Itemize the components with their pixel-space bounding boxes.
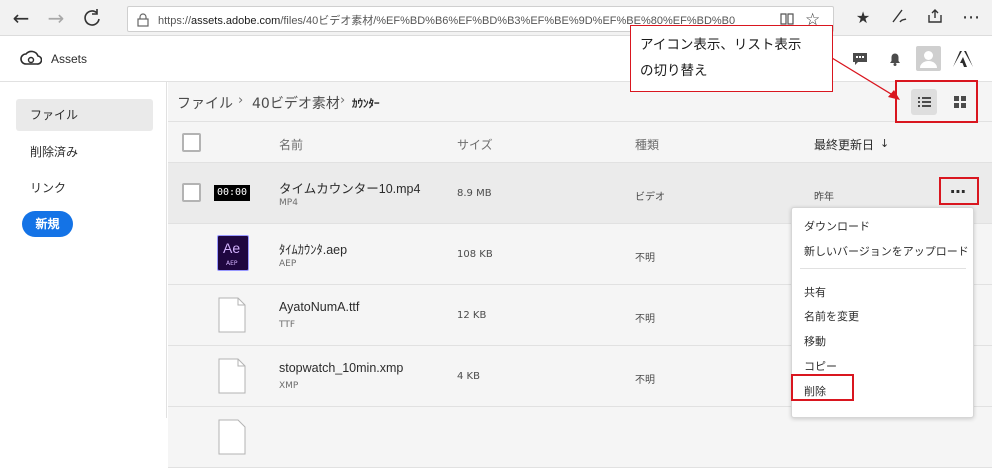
file-type: XMP xyxy=(279,381,299,391)
menu-item-move[interactable]: 移動 xyxy=(804,333,826,349)
row-checkbox[interactable] xyxy=(182,183,201,202)
file-size: 12 KB xyxy=(457,310,487,321)
annotation-arrow-icon xyxy=(831,57,900,100)
lock-icon xyxy=(137,12,149,31)
browser-toolbar: ← → https://assets.adobe.com/files/40ビデオ… xyxy=(0,0,992,36)
annotation-callout: アイコン表示、リスト表示 の切り替え xyxy=(630,25,833,92)
menu-item-download[interactable]: ダウンロード xyxy=(804,218,870,234)
file-name[interactable]: stopwatch_10min.xmp xyxy=(279,361,403,375)
menu-divider xyxy=(800,268,966,269)
file-type: AEP xyxy=(279,259,297,269)
file-size: 4 KB xyxy=(457,371,480,382)
forward-icon[interactable]: → xyxy=(44,6,68,30)
document-icon xyxy=(218,419,246,455)
table-header: 名前 サイズ 種類 最終更新日 ↓ xyxy=(168,123,992,163)
annotation-highlight-delete xyxy=(791,374,854,401)
file-size: 108 KB xyxy=(457,249,493,260)
more-icon[interactable]: ⋯ xyxy=(960,7,982,29)
breadcrumb-separator-icon: › xyxy=(238,93,244,108)
document-icon xyxy=(218,358,246,394)
pen-icon[interactable] xyxy=(888,7,910,29)
menu-item-copy[interactable]: コピー xyxy=(804,358,837,374)
favorites-icon[interactable]: ★ xyxy=(852,7,874,29)
column-header-modified[interactable]: 最終更新日 xyxy=(814,136,874,153)
column-header-size[interactable]: サイズ xyxy=(457,136,493,153)
annotation-highlight-more-actions xyxy=(939,177,979,205)
menu-item-rename[interactable]: 名前を変更 xyxy=(804,308,859,324)
file-kind: 不明 xyxy=(635,314,655,325)
breadcrumb-separator-icon: › xyxy=(340,93,346,108)
select-all-checkbox[interactable] xyxy=(182,133,201,152)
video-thumbnail: 00:00 xyxy=(214,185,250,201)
file-name[interactable]: タイムカウンター10.mp4 xyxy=(279,178,420,197)
sidebar-item-files[interactable]: ファイル xyxy=(16,99,153,131)
sidebar-item-deleted[interactable]: 削除済み xyxy=(16,136,153,168)
file-kind: ビデオ xyxy=(635,192,665,203)
avatar[interactable] xyxy=(916,46,941,71)
new-button[interactable]: 新規 xyxy=(22,211,73,237)
share-icon[interactable] xyxy=(924,7,946,29)
creative-cloud-logo-icon xyxy=(20,50,43,70)
breadcrumb-current: ｶｳﾝﾀｰ xyxy=(352,97,380,110)
annotation-highlight-view-toggle xyxy=(895,80,978,123)
file-size: 8.9 MB xyxy=(457,188,492,199)
arrow-down-icon[interactable]: ↓ xyxy=(880,137,889,150)
breadcrumb-root[interactable]: ファイル xyxy=(177,93,233,113)
annotation-text: アイコン表示、リスト表示 の切り替え xyxy=(640,37,802,79)
refresh-icon[interactable] xyxy=(80,6,104,30)
back-icon[interactable]: ← xyxy=(9,6,33,30)
file-name[interactable]: AyatoNumA.ttf xyxy=(279,300,359,314)
column-header-name[interactable]: 名前 xyxy=(279,136,303,153)
breadcrumb-folder[interactable]: 40ビデオ素材 xyxy=(252,93,340,113)
sidebar-item-links[interactable]: リンク xyxy=(16,172,153,204)
document-icon xyxy=(218,297,246,333)
sidebar: ファイル 削除済み リンク 新規 xyxy=(0,82,167,418)
file-type: MP4 xyxy=(279,198,298,208)
adobe-logo-icon xyxy=(953,50,973,72)
file-type: TTF xyxy=(279,320,296,330)
menu-item-share[interactable]: 共有 xyxy=(804,284,826,300)
after-effects-file-icon: Ae AEP xyxy=(217,235,249,271)
menu-item-upload-version[interactable]: 新しいバージョンをアップロード xyxy=(804,243,969,259)
app-name: Assets xyxy=(51,52,88,66)
file-name[interactable]: ﾀｲﾑｶｳﾝﾀ.aep xyxy=(279,239,347,258)
file-kind: 不明 xyxy=(635,253,655,264)
file-kind: 不明 xyxy=(635,375,655,386)
file-date: 昨年 xyxy=(814,192,834,203)
column-header-kind[interactable]: 種類 xyxy=(635,136,659,153)
